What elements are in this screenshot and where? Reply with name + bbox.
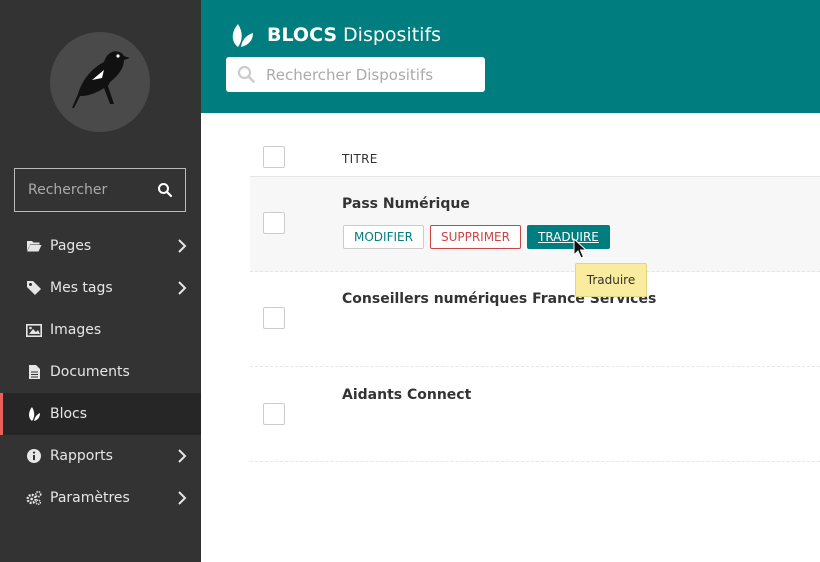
cogs-icon: [26, 490, 42, 506]
leaf-icon: [26, 406, 42, 422]
sidebar-item-rapports[interactable]: Rapports: [0, 435, 201, 477]
info-circle-icon: [26, 448, 42, 464]
sidebar-item-images[interactable]: Images: [0, 309, 201, 351]
chevron-right-icon: [178, 449, 187, 463]
table-header: TITRE: [250, 140, 820, 177]
page-title-collection: Dispositifs: [343, 24, 442, 46]
row-checkbox[interactable]: [263, 307, 285, 329]
table-row[interactable]: Aidants Connect: [250, 367, 820, 462]
header-search-input[interactable]: [266, 57, 476, 92]
page-header: BLOCS Dispositifs: [201, 0, 820, 113]
sidebar-item-label: Blocs: [50, 406, 88, 422]
sidebar-item-label: Rapports: [50, 448, 113, 464]
folder-open-icon: [26, 238, 42, 254]
document-icon: [26, 364, 42, 380]
translate-button[interactable]: TRADUIRE: [526, 225, 610, 249]
modify-button[interactable]: MODIFIER: [343, 225, 424, 249]
wagtail-logo[interactable]: [50, 32, 150, 132]
sidebar-item-label: Mes tags: [50, 280, 113, 296]
mouse-cursor-icon: [573, 238, 587, 259]
tag-icon: [26, 280, 42, 296]
table-row[interactable]: Pass Numérique MODIFIER SUPPRIMER TRADUI…: [250, 177, 820, 272]
bird-icon: [72, 51, 130, 108]
page-title: BLOCS Dispositifs: [229, 22, 441, 48]
leaf-icon: [232, 24, 253, 47]
row-title[interactable]: Pass Numérique: [342, 196, 470, 212]
sidebar-item-label: Images: [50, 322, 102, 338]
tooltip: Traduire: [575, 263, 647, 297]
sidebar-item-label: Paramètres: [50, 490, 130, 506]
chevron-right-icon: [178, 491, 187, 505]
sidebar-item-pages[interactable]: Pages: [0, 225, 201, 267]
chevron-right-icon: [178, 239, 187, 253]
sidebar-search-input[interactable]: [15, 169, 155, 211]
sidebar: Pages Mes tags Images Documents: [0, 0, 201, 562]
chevron-right-icon: [178, 281, 187, 295]
sidebar-item-label: Pages: [50, 238, 92, 254]
sidebar-item-documents[interactable]: Documents: [0, 351, 201, 393]
select-all-checkbox[interactable]: [263, 146, 285, 168]
page-title-model: BLOCS: [267, 24, 338, 46]
sidebar-search: [14, 168, 186, 212]
row-checkbox[interactable]: [263, 212, 285, 234]
sidebar-item-label: Documents: [50, 364, 130, 380]
row-checkbox[interactable]: [263, 403, 285, 425]
sidebar-menu: Pages Mes tags Images Documents Blocs Ra…: [0, 225, 201, 519]
search-icon[interactable]: [157, 182, 173, 198]
search-icon: [237, 65, 255, 83]
table-row[interactable]: Conseillers numériques France Services: [250, 272, 820, 367]
header-search: [226, 57, 485, 92]
row-title[interactable]: Aidants Connect: [342, 387, 471, 403]
delete-button[interactable]: SUPPRIMER: [429, 225, 521, 249]
column-header-title[interactable]: TITRE: [342, 152, 378, 166]
sidebar-item-parametres[interactable]: Paramètres: [0, 477, 201, 519]
image-icon: [26, 322, 42, 338]
sidebar-item-tags[interactable]: Mes tags: [0, 267, 201, 309]
sidebar-item-blocs[interactable]: Blocs: [0, 393, 201, 435]
